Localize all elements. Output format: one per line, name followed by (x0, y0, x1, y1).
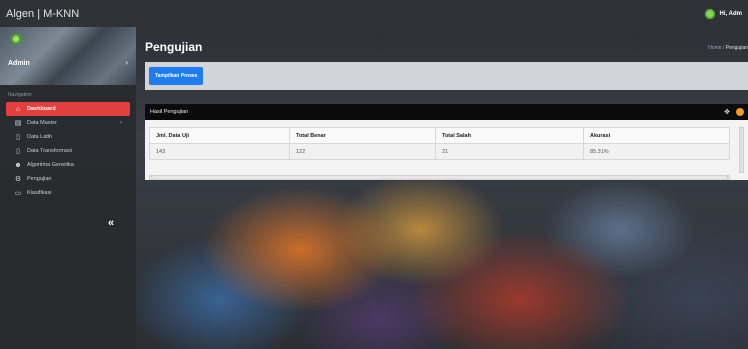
profile-name: Admin (8, 60, 30, 67)
sidebar: Admin › Navigation ⌂ Dashboard ▤ Data Ma… (0, 27, 136, 349)
move-icon[interactable]: ✥ (724, 108, 730, 116)
sidebar-collapse-button[interactable]: « (108, 217, 114, 229)
profile-logo-icon (10, 33, 22, 45)
vertical-scrollbar[interactable] (739, 127, 744, 173)
table-icon: ▤ (14, 120, 22, 127)
breadcrumb-separator: / (722, 45, 725, 51)
card-tools: ✥ (724, 108, 744, 116)
nav-heading: Navigation (8, 92, 32, 98)
sidebar-item-label: Algoritma Genetika (27, 162, 74, 168)
result-card-body: Jml. Data Uji Total Benar Total Salah Ak… (145, 120, 748, 180)
column-header: Total Salah (435, 127, 584, 144)
page-title: Pengujian (145, 40, 203, 54)
profile-chevron-icon[interactable]: › (125, 58, 128, 67)
table-cell: 21 (435, 143, 584, 160)
action-bar: Tampilkan Proses (145, 62, 748, 90)
sidebar-item-data-transformasi[interactable]: ▯ Data Transformasi (6, 144, 130, 158)
column-header: Akurasi (583, 127, 730, 144)
sidebar-item-label: Dashboard (27, 106, 56, 112)
top-bar: Algen | M-KNN Hi, Adm (0, 0, 748, 27)
sidebar-item-label: Pengujian (27, 176, 52, 182)
breadcrumb-home[interactable]: Home (708, 45, 721, 51)
sidebar-item-data-latih[interactable]: ▯ Data Latih (6, 130, 130, 144)
minimize-icon[interactable] (736, 108, 744, 116)
monitor-icon: ▭ (14, 190, 22, 197)
result-table: Jml. Data Uji Total Benar Total Salah Ak… (149, 127, 730, 160)
sidebar-item-dashboard[interactable]: ⌂ Dashboard (6, 102, 130, 116)
result-card-title: Hasil Pengujian (150, 109, 189, 115)
user-greeting: Hi, Adm (719, 10, 742, 17)
table-cell: 143 (149, 143, 290, 160)
table-header-row: Jml. Data Uji Total Benar Total Salah Ak… (149, 127, 730, 144)
user-menu[interactable]: Hi, Adm (703, 7, 742, 20)
result-card-header: Hasil Pengujian ✥ (145, 104, 748, 120)
sidebar-profile[interactable]: Admin › (0, 27, 136, 85)
users-icon: ☻ (14, 161, 22, 169)
table-cell: 122 (289, 143, 436, 160)
column-header: Jml. Data Uji (149, 127, 290, 144)
breadcrumb: Home / Pengujian (708, 45, 748, 51)
sidebar-item-label: Data Master (27, 120, 57, 126)
scroll-right-icon[interactable]: › (726, 174, 728, 180)
sidebar-item-pengujian[interactable]: ⚙ Pengujian (6, 172, 130, 186)
horizontal-scrollbar[interactable]: ‹ › (149, 174, 730, 180)
home-icon: ⌂ (15, 105, 21, 113)
sidebar-item-label: Data Latih (27, 134, 53, 140)
app-title: Algen | M-KNN (6, 7, 80, 20)
table-row: 143 122 21 85.31% (149, 143, 730, 160)
sidebar-item-label: Klasifikasi (27, 190, 52, 196)
breadcrumb-current: Pengujian (725, 45, 748, 51)
user-avatar-icon (703, 7, 716, 20)
sidebar-item-algoritma-genetika[interactable]: ☻ Algoritma Genetika (6, 158, 130, 172)
chevron-right-icon: › (120, 120, 122, 126)
gears-icon: ⚙ (14, 176, 22, 183)
show-process-button[interactable]: Tampilkan Proses (149, 67, 204, 85)
file-icon: ▯ (16, 134, 20, 141)
table-cell: 85.31% (583, 143, 730, 160)
sidebar-item-label: Data Transformasi (27, 148, 72, 154)
column-header: Total Benar (289, 127, 436, 144)
sidebar-item-data-master[interactable]: ▤ Data Master › (6, 116, 130, 130)
scroll-left-icon[interactable]: ‹ (151, 174, 153, 180)
file-icon: ▯ (16, 148, 20, 155)
sidebar-item-klasifikasi[interactable]: ▭ Klasifikasi (6, 186, 130, 200)
